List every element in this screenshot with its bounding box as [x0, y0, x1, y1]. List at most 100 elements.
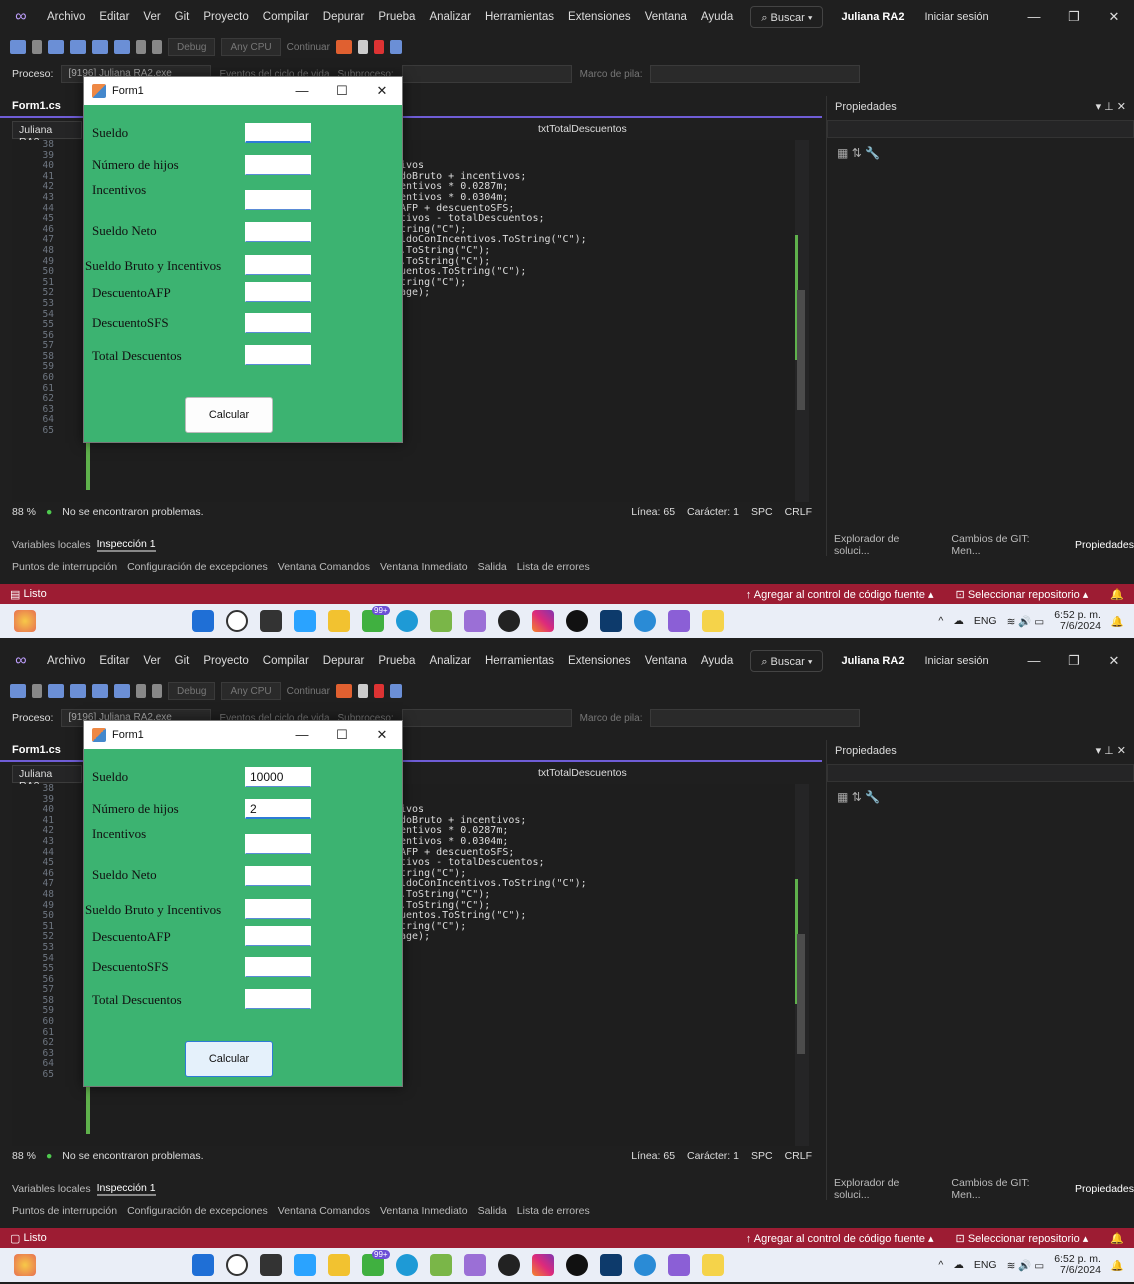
- wrench-icon[interactable]: 🔧: [865, 146, 880, 160]
- visual-studio-icon[interactable]: [464, 1254, 486, 1276]
- restart-icon[interactable]: [389, 40, 402, 54]
- tab-exceptions[interactable]: Configuración de excepciones: [127, 1205, 268, 1217]
- menu-ver[interactable]: Ver: [136, 655, 167, 667]
- tab-breakpoints[interactable]: Puntos de interrupción: [12, 561, 117, 573]
- properties-object-select[interactable]: [827, 120, 1134, 138]
- tab-immediate-window[interactable]: Ventana Inmediato: [380, 1205, 468, 1217]
- descuento-sfs-input[interactable]: [245, 313, 311, 333]
- calcular-button[interactable]: Calcular: [185, 1041, 273, 1077]
- menu-compilar[interactable]: Compilar: [256, 11, 316, 23]
- restore-icon[interactable]: ❐: [1054, 653, 1094, 669]
- excel-icon[interactable]: [430, 1254, 452, 1276]
- notification-bell-icon[interactable]: 🔔: [1111, 615, 1124, 628]
- save-icon[interactable]: [92, 40, 108, 54]
- menu-compilar[interactable]: Compilar: [256, 655, 316, 667]
- editor-scrollbar[interactable]: [795, 784, 809, 1146]
- language-indicator[interactable]: ENG: [974, 615, 997, 627]
- member-dropdown[interactable]: txtTotalDescuentos: [532, 765, 802, 783]
- form-minimize-icon[interactable]: —: [282, 83, 322, 99]
- new-project-icon[interactable]: [48, 40, 64, 54]
- visual-studio-icon[interactable]: [464, 610, 486, 632]
- tab-error-list[interactable]: Lista de errores: [517, 1205, 590, 1217]
- copilot-icon[interactable]: [294, 1254, 316, 1276]
- tab-git-changes[interactable]: Cambios de GIT: Men...: [951, 1177, 1059, 1201]
- weather-icon[interactable]: [14, 1254, 36, 1276]
- pin-icon[interactable]: ▾ ⊥ ✕: [1096, 96, 1134, 118]
- profile-name[interactable]: Juliana RA2: [841, 11, 904, 23]
- disney-icon[interactable]: [600, 1254, 622, 1276]
- save-all-icon[interactable]: [114, 40, 130, 54]
- minimize-icon[interactable]: —: [1014, 653, 1054, 669]
- windows-start-icon[interactable]: [192, 610, 214, 632]
- menu-prueba[interactable]: Prueba: [371, 11, 422, 23]
- task-view-icon[interactable]: [260, 1254, 282, 1276]
- chevron-up-icon[interactable]: ^: [938, 1259, 943, 1271]
- form-maximize-icon[interactable]: ☐: [322, 727, 362, 743]
- new-project-icon[interactable]: [48, 684, 64, 698]
- tab-inspeccion-1[interactable]: Inspección 1: [96, 1182, 156, 1196]
- clock[interactable]: 6:52 p. m. 7/6/2024: [1054, 610, 1101, 632]
- notification-bell-icon[interactable]: 🔔: [1111, 1259, 1124, 1272]
- signin-link[interactable]: Iniciar sesión: [924, 11, 988, 23]
- app-icon[interactable]: [498, 610, 520, 632]
- menu-archivo[interactable]: Archivo: [40, 655, 92, 667]
- problems-status[interactable]: No se encontraron problemas.: [62, 506, 203, 518]
- edge-icon[interactable]: [396, 1254, 418, 1276]
- redo-icon[interactable]: [152, 684, 162, 698]
- excel-icon[interactable]: [430, 610, 452, 632]
- instagram-icon[interactable]: [532, 1254, 554, 1276]
- search-taskbar-icon[interactable]: [226, 610, 248, 632]
- thread-select[interactable]: [401, 65, 572, 83]
- menu-herramientas[interactable]: Herramientas: [478, 11, 561, 23]
- hot-reload-icon[interactable]: [335, 40, 352, 54]
- chrome-icon[interactable]: [634, 610, 656, 632]
- stop-icon[interactable]: [373, 40, 384, 54]
- sueldo-input[interactable]: 10000: [245, 767, 311, 787]
- project-dropdown[interactable]: Juliana RA2: [12, 121, 82, 148]
- menu-ventana[interactable]: Ventana: [638, 655, 694, 667]
- signin-link[interactable]: Iniciar sesión: [924, 655, 988, 667]
- back-icon[interactable]: [10, 40, 26, 54]
- form-app-icon[interactable]: [702, 610, 724, 632]
- menu-analizar[interactable]: Analizar: [422, 11, 478, 23]
- form-minimize-icon[interactable]: —: [282, 727, 322, 743]
- whitespace-indicator[interactable]: SPC: [751, 506, 773, 518]
- select-repository[interactable]: ⊡ Seleccionar repositorio ▴: [956, 1232, 1089, 1245]
- tab-solution-explorer[interactable]: Explorador de soluci...: [834, 533, 935, 557]
- menu-depurar[interactable]: Depurar: [316, 655, 372, 667]
- menu-analizar[interactable]: Analizar: [422, 655, 478, 667]
- undo-icon[interactable]: [136, 684, 146, 698]
- copilot-icon[interactable]: [294, 610, 316, 632]
- zoom-level[interactable]: 88 %: [12, 506, 36, 518]
- descuento-afp-input[interactable]: [245, 926, 311, 946]
- total-descuentos-input[interactable]: [245, 989, 311, 1009]
- continue-button[interactable]: Continuar: [287, 42, 330, 53]
- menu-ver[interactable]: Ver: [136, 11, 167, 23]
- thread-select[interactable]: [401, 709, 572, 727]
- scroll-thumb[interactable]: [797, 934, 805, 1054]
- categorized-icon[interactable]: ▦: [837, 146, 848, 160]
- open-icon[interactable]: [70, 40, 86, 54]
- sueldo-neto-input[interactable]: [245, 222, 311, 242]
- profile-name[interactable]: Juliana RA2: [841, 655, 904, 667]
- add-source-control[interactable]: ↑ Agregar al control de código fuente ▴: [746, 588, 934, 601]
- categorized-icon[interactable]: ▦: [837, 790, 848, 804]
- app-icon[interactable]: [498, 1254, 520, 1276]
- form-close-icon[interactable]: ✕: [362, 83, 402, 99]
- editor-scrollbar[interactable]: [795, 140, 809, 502]
- line-ending-indicator[interactable]: CRLF: [785, 1150, 812, 1162]
- wifi-icon[interactable]: ≋ 🔊 ▭: [1007, 615, 1045, 628]
- file-explorer-icon[interactable]: [328, 610, 350, 632]
- save-icon[interactable]: [92, 684, 108, 698]
- tiktok-icon[interactable]: [566, 1254, 588, 1276]
- search-box[interactable]: ⌕ Buscar ▾: [750, 650, 824, 672]
- properties-object-select[interactable]: [827, 764, 1134, 782]
- clock[interactable]: 6:52 p. m. 7/6/2024: [1054, 1254, 1101, 1276]
- tab-form1-cs[interactable]: Form1.cs: [0, 744, 73, 756]
- numero-hijos-input[interactable]: 2: [245, 799, 311, 819]
- tab-variables-locales[interactable]: Variables locales: [12, 1183, 91, 1195]
- descuento-afp-input[interactable]: [245, 282, 311, 302]
- incentivos-input[interactable]: [245, 190, 311, 210]
- onedrive-icon[interactable]: ☁: [953, 615, 964, 627]
- notifications-icon[interactable]: 🔔: [1110, 588, 1124, 601]
